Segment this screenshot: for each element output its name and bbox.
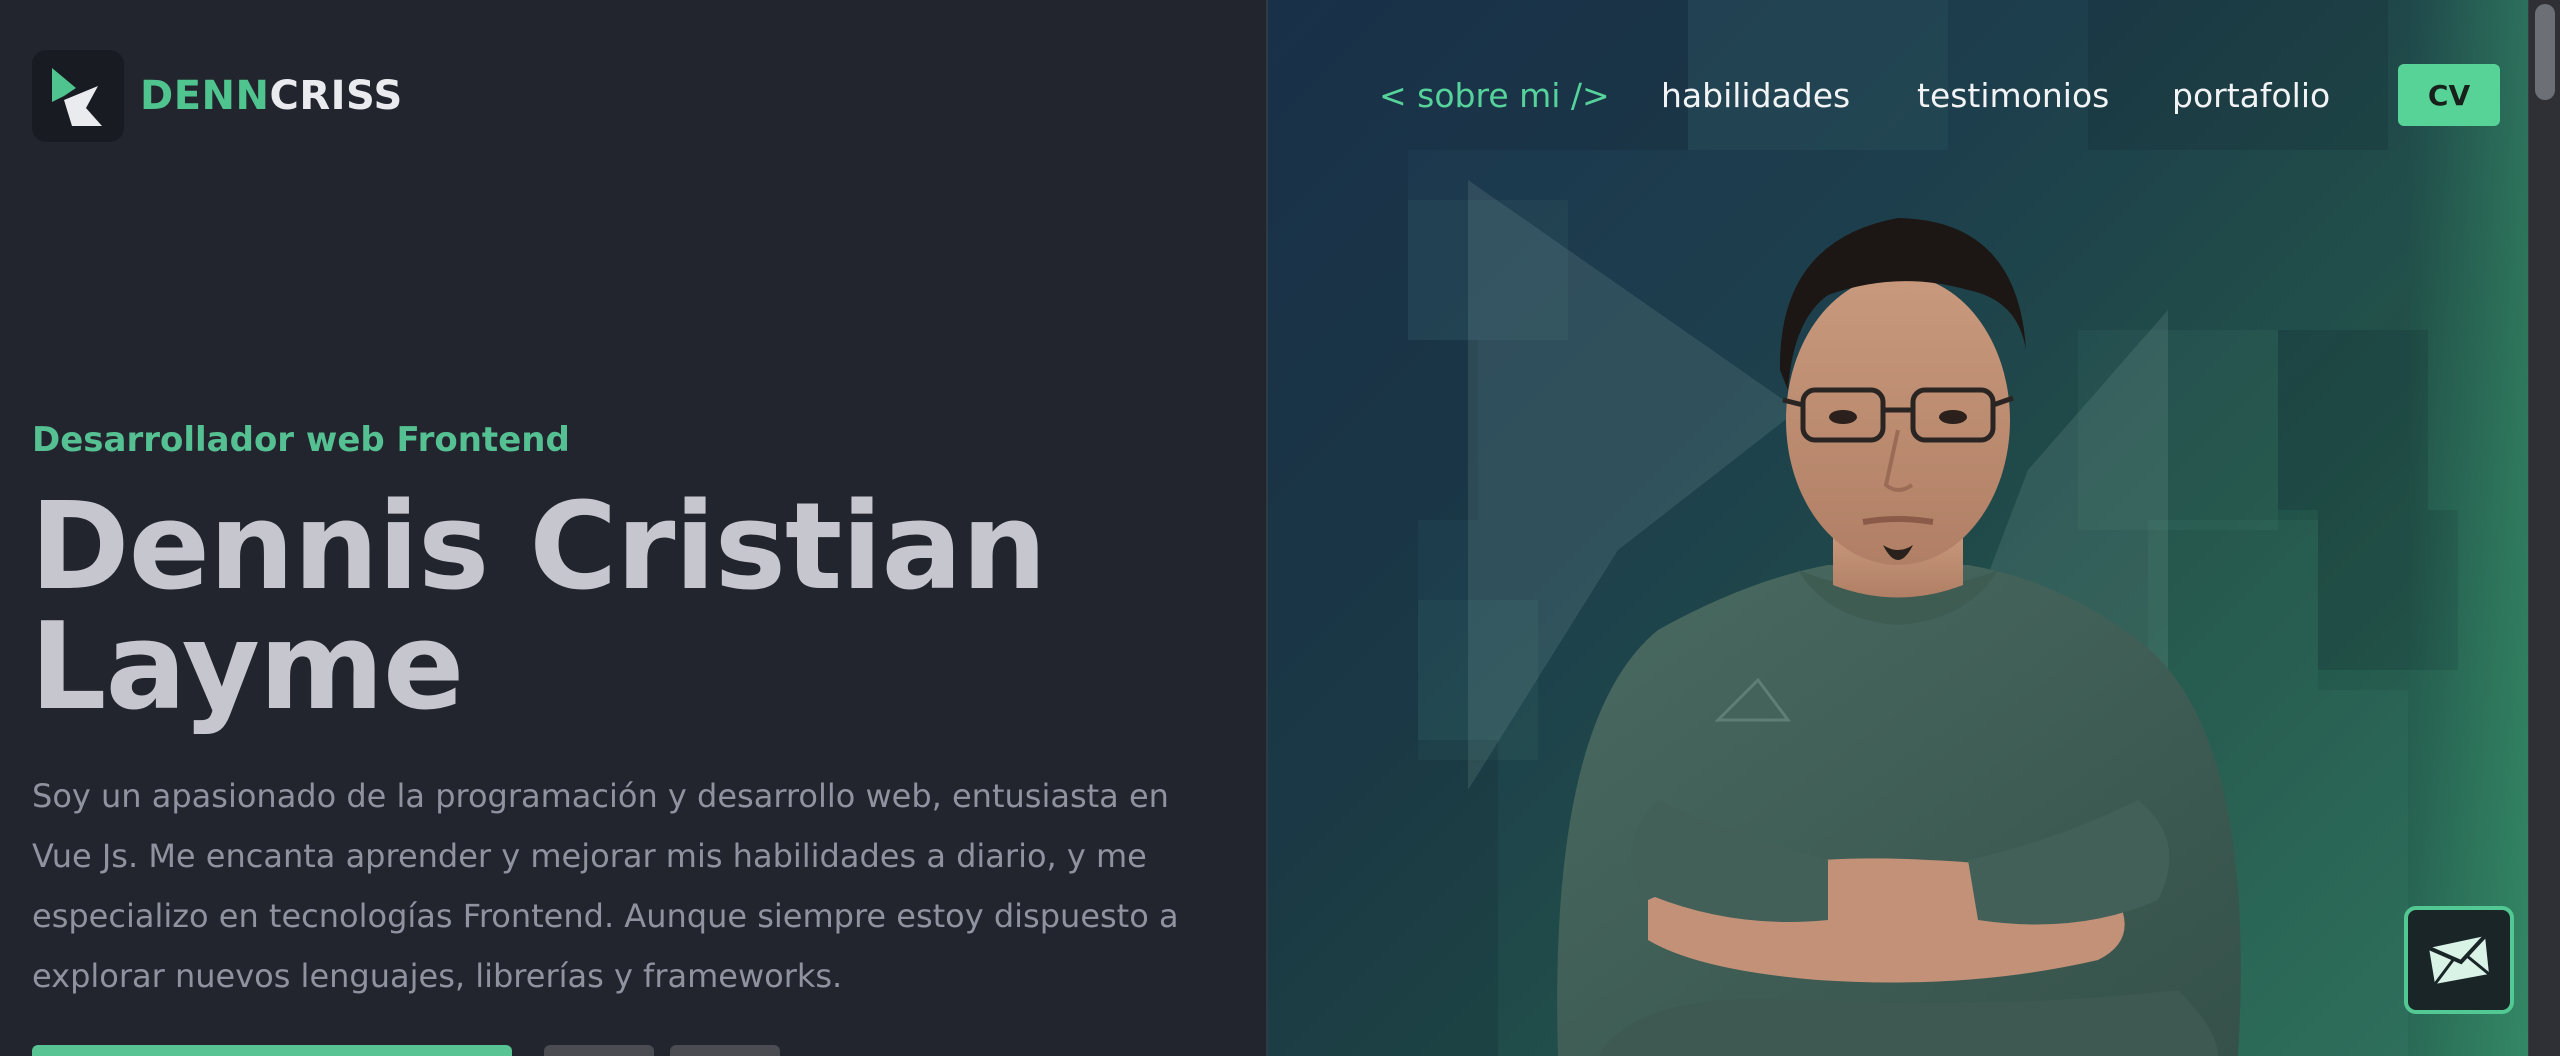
hero-bio: Soy un apasionado de la programación y d…: [32, 777, 1179, 995]
hero-name: Dennis Cristian Layme: [30, 488, 1130, 728]
mail-icon: [2428, 934, 2490, 985]
brand-name-part2: CRISS: [269, 73, 403, 119]
primary-cta-button[interactable]: [32, 1045, 512, 1056]
nav-item-portafolio[interactable]: portafolio: [2172, 70, 2330, 122]
brand-name-part1: DENN: [140, 73, 270, 119]
brand-logo-icon: [32, 50, 124, 142]
contact-mail-button[interactable]: [2404, 906, 2514, 1014]
social-link-button-1[interactable]: [544, 1045, 654, 1056]
hero-subtitle: Desarrollador web Frontend: [32, 420, 570, 460]
nav-item-testimonios[interactable]: testimonios: [1917, 70, 2109, 122]
nav-item-habilidades[interactable]: habilidades: [1661, 70, 1850, 122]
scrollbar-thumb[interactable]: [2535, 4, 2555, 100]
hero-name-line2: Layme: [30, 598, 464, 737]
brand-name: DENNCRISS: [140, 73, 403, 119]
page-scrollbar[interactable]: [2528, 0, 2560, 1056]
cv-button[interactable]: CV: [2398, 64, 2500, 126]
brand-logo[interactable]: DENNCRISS: [32, 50, 403, 142]
social-link-button-2[interactable]: [670, 1045, 780, 1056]
profile-photo: [1557, 218, 2241, 1056]
hero-image-panel: [1266, 0, 2528, 1056]
hero-name-line1: Dennis Cristian: [30, 478, 1047, 617]
nav-item-sobre-mi[interactable]: < sobre mi />: [1379, 70, 1610, 122]
